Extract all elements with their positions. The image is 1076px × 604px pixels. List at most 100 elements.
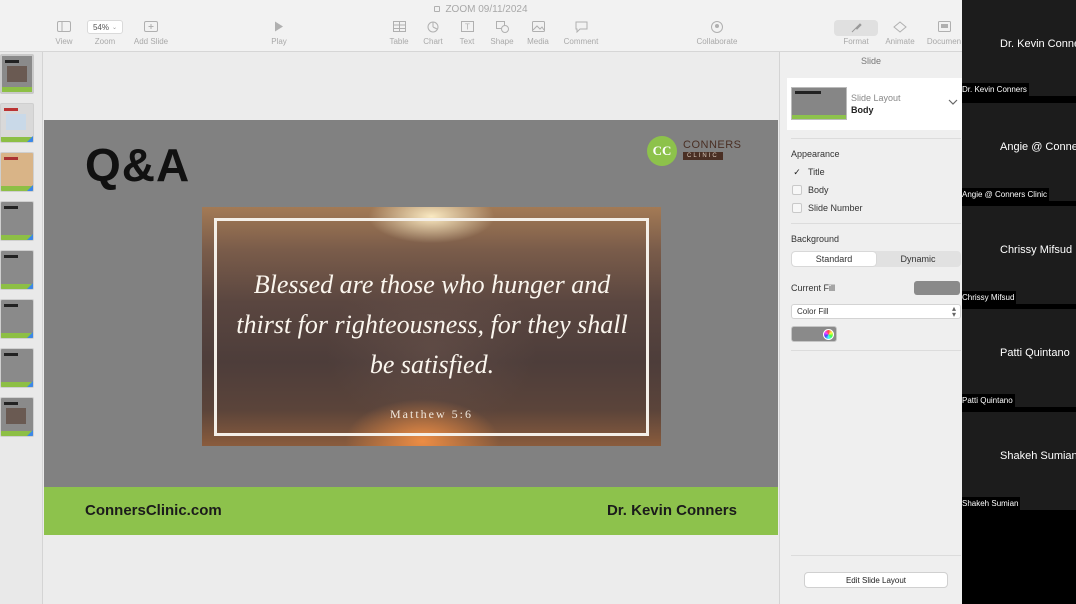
quote-text: Blessed are those who hunger and thirst … [232, 265, 632, 385]
slide-thumbnail[interactable] [0, 152, 34, 192]
quote-line: be satisfied. [369, 350, 495, 379]
logo-word: CONNERS [683, 139, 742, 151]
logo-sub: CLINIC [683, 152, 723, 160]
document-button[interactable]: Documen [917, 20, 962, 46]
checkbox-label: Title [808, 167, 825, 177]
layout-value: Body [851, 105, 874, 115]
document-label: Documen [926, 37, 962, 46]
slide-thumbnail[interactable] [0, 299, 34, 339]
collaborate-icon [709, 20, 725, 33]
participant-tile[interactable]: Chrissy Mifsud Chrissy Mifsud [962, 206, 1076, 304]
comment-label: Comment [563, 37, 599, 46]
background-heading: Background [791, 234, 840, 244]
current-fill-label: Current Fill [791, 283, 836, 293]
segment-standard[interactable]: Standard [792, 252, 876, 266]
play-label: Play [271, 37, 287, 46]
divider [791, 138, 961, 139]
sidebar-icon [56, 20, 72, 33]
footer-website[interactable]: ConnersClinic.com [85, 502, 222, 519]
svg-text:T: T [465, 23, 470, 32]
participant-name-tag: Patti Quintano [962, 394, 1015, 407]
participant-name-tag: Angie @ Conners Clinic [962, 188, 1050, 201]
keynote-window: ZOOM 09/11/2024 View 54% ⌄ Zoom Add Slide… [0, 0, 962, 604]
view-label: View [55, 37, 73, 46]
logo-mark: CC [647, 136, 677, 166]
fill-type-select[interactable]: Color Fill ▴ ▾ [791, 304, 961, 319]
participant-name-tag: Shakeh Sumian [962, 497, 1021, 510]
slide-thumbnail[interactable] [0, 397, 34, 437]
quote-reference: Matthew 5:6 [390, 407, 473, 421]
participant-tile[interactable]: Dr. Kevin Conners Dr. Kevin Conners [962, 0, 1076, 96]
paintbrush-icon [834, 20, 878, 36]
participant-display-name: Chrissy Mifsud [1000, 244, 1073, 256]
color-well[interactable] [791, 326, 837, 342]
slide-thumbnail[interactable] [0, 103, 34, 143]
slide-navigator [0, 52, 43, 604]
color-wheel-icon[interactable] [823, 329, 834, 340]
media-icon [530, 20, 546, 33]
layout-caption: Slide Layout [851, 93, 901, 103]
collaborate-label: Collaborate [696, 37, 738, 46]
checkbox-label: Body [808, 185, 829, 195]
chevron-down-icon [948, 99, 958, 105]
media-label: Media [527, 37, 549, 46]
text-icon: T [459, 20, 475, 33]
slide-number-checkbox-row[interactable]: Slide Number [792, 203, 863, 213]
animate-icon [892, 20, 908, 33]
play-button[interactable]: Play [252, 20, 306, 46]
chart-icon [425, 20, 441, 33]
background-type-segmented: Standard Dynamic [791, 251, 961, 267]
divider [791, 555, 961, 556]
slide[interactable]: Q&A CC CONNERS CLINIC Blessed are those … [44, 120, 778, 535]
slide-thumbnail[interactable] [0, 250, 34, 290]
document-icon [936, 20, 952, 33]
participant-display-name: Patti Quintano [1000, 347, 1070, 359]
slide-thumbnail[interactable] [0, 54, 34, 94]
text-label: Text [459, 37, 475, 46]
checkbox[interactable] [792, 203, 802, 213]
comment-button[interactable]: Comment [554, 20, 608, 46]
animate-label: Animate [885, 37, 915, 46]
quote-line: Blessed are those who hunger and [253, 270, 611, 299]
footer-band: ConnersClinic.com Dr. Kevin Conners [44, 487, 778, 535]
play-icon [271, 20, 287, 33]
format-inspector: Slide Slide Layout Body Appearance ✓ Tit… [779, 52, 962, 604]
zoom-label: Zoom [94, 37, 116, 46]
title-checkbox-row[interactable]: ✓ Title [792, 167, 825, 178]
collaborate-button[interactable]: Collaborate [690, 20, 744, 46]
current-fill-swatch[interactable] [914, 281, 960, 295]
add-slide-button[interactable]: Add Slide [124, 20, 178, 46]
participant-display-name: Shakeh Sumian [1000, 450, 1076, 462]
shape-icon [494, 20, 510, 33]
slide-thumbnail[interactable] [0, 201, 34, 241]
footer-presenter[interactable]: Dr. Kevin Conners [607, 502, 737, 519]
zoom-value: 54% [92, 22, 109, 32]
participant-name-tag: Chrissy Mifsud [962, 291, 1017, 304]
participant-tile[interactable]: Angie @ Conners Clinic Angie @ Conners C… [962, 103, 1076, 201]
add-slide-icon [143, 20, 159, 33]
window-title-text: ZOOM 09/11/2024 [445, 4, 528, 15]
divider [791, 350, 961, 351]
toolbar: ZOOM 09/11/2024 View 54% ⌄ Zoom Add Slide… [0, 0, 962, 52]
checkbox[interactable] [792, 185, 802, 195]
slide-canvas: Q&A CC CONNERS CLINIC Blessed are those … [43, 52, 779, 604]
zoom-select[interactable]: 54% ⌄ [87, 20, 123, 34]
inspector-tab-slide[interactable]: Slide [780, 56, 962, 66]
checkmark-icon[interactable]: ✓ [792, 167, 802, 177]
participant-tile[interactable]: Shakeh Sumian Shakeh Sumian [962, 412, 1076, 510]
quote-image[interactable]: Blessed are those who hunger and thirst … [202, 207, 661, 446]
lock-icon [434, 6, 441, 12]
segment-dynamic[interactable]: Dynamic [876, 252, 960, 266]
participant-display-name: Dr. Kevin Conners [1000, 38, 1076, 50]
slide-title[interactable]: Q&A [85, 138, 190, 192]
participant-tile[interactable]: Patti Quintano Patti Quintano [962, 309, 1076, 407]
slide-thumbnail[interactable] [0, 348, 34, 388]
format-label: Format [843, 37, 869, 46]
edit-slide-layout-button[interactable]: Edit Slide Layout [804, 572, 948, 588]
layout-thumbnail [791, 87, 847, 120]
add-slide-label: Add Slide [133, 37, 169, 46]
slide-layout-picker[interactable]: Slide Layout Body [787, 78, 962, 130]
stepper-arrows-icon: ▴ ▾ [951, 304, 956, 319]
quote-line: thirst for righteousness, for they shall [236, 310, 628, 339]
body-checkbox-row[interactable]: Body [792, 185, 829, 195]
